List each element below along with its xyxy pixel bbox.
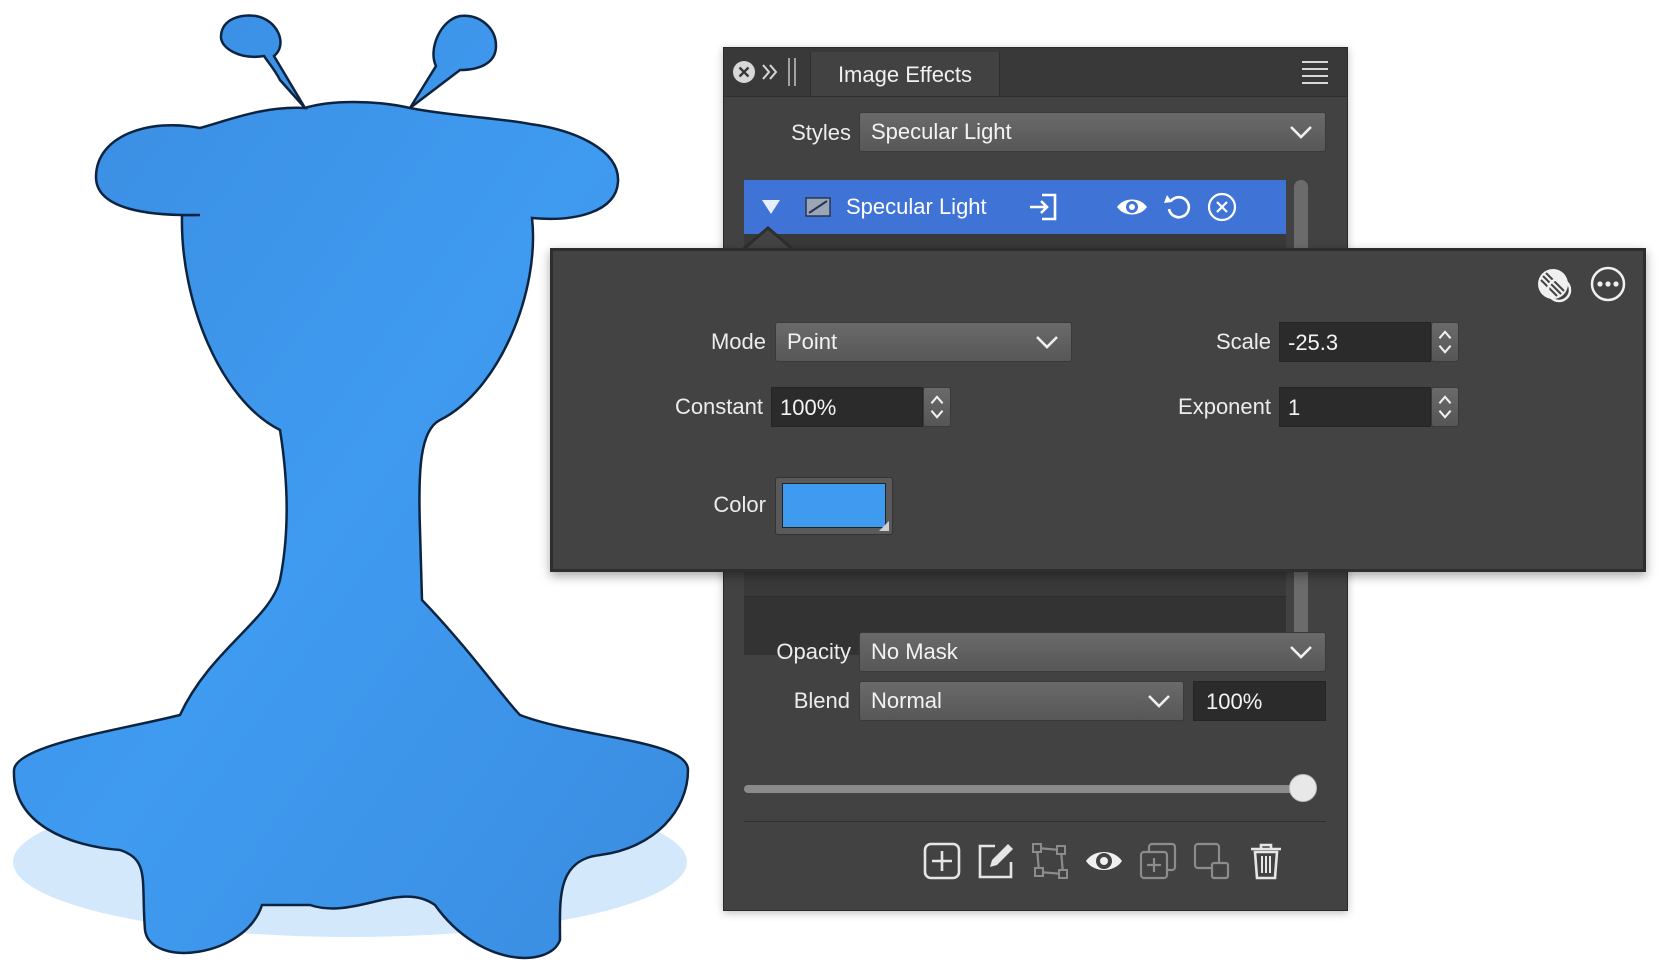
color-label: Color <box>713 492 766 517</box>
chevron-down-icon <box>1290 646 1312 659</box>
styles-label: Styles <box>791 120 851 145</box>
visibility-icon[interactable] <box>1084 841 1124 881</box>
copy-icon[interactable] <box>1192 841 1232 881</box>
color-well[interactable] <box>775 477 893 535</box>
mode-label: Mode <box>710 329 766 354</box>
mask-icon[interactable] <box>1534 265 1572 303</box>
chevron-down-icon <box>1148 695 1170 708</box>
styles-select-value: Specular Light <box>871 119 1012 144</box>
trash-icon[interactable] <box>1246 841 1286 881</box>
color-swatch[interactable] <box>782 483 886 528</box>
constant-field[interactable]: 100% <box>771 387 923 427</box>
opacity-slider-thumb[interactable] <box>1289 774 1317 802</box>
tab-image-effects[interactable]: Image Effects <box>810 52 1000 96</box>
specular-light-settings-popover: Mode Point Constant 100% Scale -25.3 Exp… <box>550 248 1646 572</box>
effect-thumbnail-icon <box>805 197 831 217</box>
hamburger-menu-icon[interactable] <box>1301 60 1329 84</box>
grip-icon[interactable] <box>786 58 798 86</box>
scale-label: Scale <box>1215 329 1271 354</box>
more-options-icon[interactable] <box>1589 265 1627 303</box>
styles-select[interactable]: Specular Light <box>859 112 1326 152</box>
blend-percent-field[interactable]: 100% <box>1193 681 1326 721</box>
exponent-field[interactable]: 1 <box>1279 387 1431 427</box>
effect-name: Specular Light <box>846 194 987 219</box>
remove-icon[interactable] <box>1206 192 1238 222</box>
reset-icon[interactable] <box>1162 192 1194 222</box>
opacity-label: Opacity <box>776 639 851 664</box>
blend-label: Blend <box>793 688 850 713</box>
constant-label: Constant <box>674 394 763 419</box>
disclosure-triangle-icon[interactable] <box>761 199 781 215</box>
duplicate-icon[interactable] <box>1138 841 1178 881</box>
transform-icon[interactable] <box>1030 841 1070 881</box>
edit-icon[interactable] <box>976 841 1016 881</box>
double-chevron-right-icon[interactable] <box>761 62 779 82</box>
mode-select[interactable]: Point <box>775 322 1072 362</box>
panel-titlebar: Image Effects <box>724 48 1347 97</box>
exponent-stepper[interactable] <box>1431 387 1459 427</box>
corner-indicator-icon <box>879 521 889 531</box>
opacity-select-value: No Mask <box>871 639 958 664</box>
blend-select-value: Normal <box>871 688 942 713</box>
opacity-select[interactable]: No Mask <box>859 632 1326 672</box>
close-circle-icon[interactable] <box>732 60 756 84</box>
chevron-down-icon <box>1290 126 1312 139</box>
scale-stepper[interactable] <box>1431 322 1459 362</box>
mode-select-value: Point <box>787 329 838 354</box>
blend-select[interactable]: Normal <box>859 681 1184 721</box>
add-icon[interactable] <box>922 841 962 881</box>
panel-separator <box>744 821 1326 822</box>
exponent-label: Exponent <box>1178 394 1271 419</box>
import-icon[interactable] <box>1028 192 1060 222</box>
chevron-down-icon <box>1036 336 1058 349</box>
opacity-slider-track[interactable] <box>744 785 1300 793</box>
visibility-eye-icon[interactable] <box>1116 192 1148 222</box>
scale-field[interactable]: -25.3 <box>1279 322 1431 362</box>
effect-row-specular-light[interactable]: Specular Light <box>744 180 1286 234</box>
constant-stepper[interactable] <box>923 387 951 427</box>
